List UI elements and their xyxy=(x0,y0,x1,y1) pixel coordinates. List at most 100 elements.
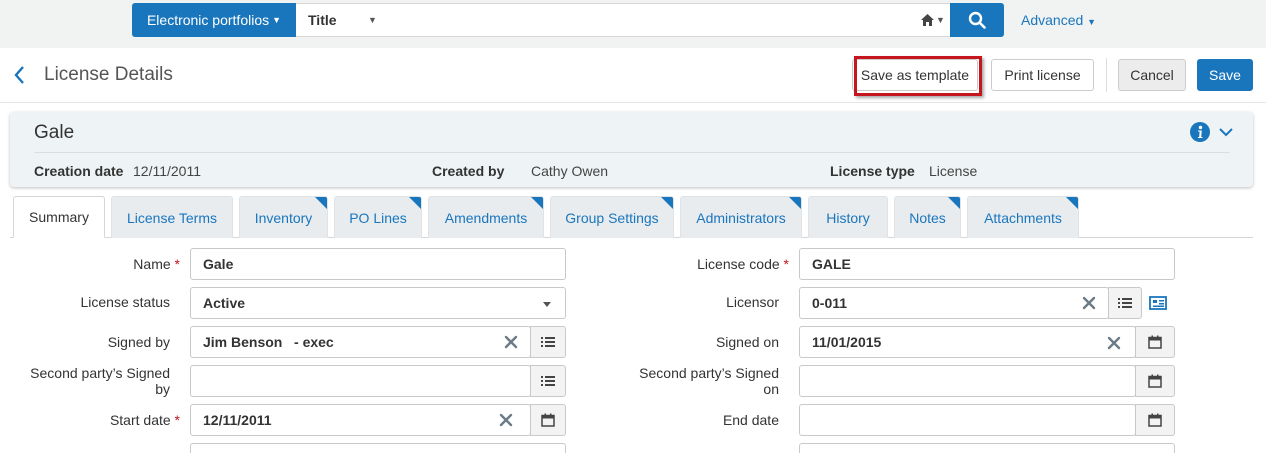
tab-label: Inventory xyxy=(254,209,313,226)
signed-on-calendar-button[interactable] xyxy=(1135,326,1175,358)
name-label-text: Name xyxy=(133,256,171,272)
info-icon[interactable] xyxy=(1190,122,1210,142)
license-code-field[interactable]: GALE xyxy=(799,248,1175,280)
licensor-list-button[interactable] xyxy=(1108,287,1142,319)
cancel-button[interactable]: Cancel xyxy=(1118,59,1186,91)
form-field-next-row[interactable] xyxy=(799,443,1175,453)
start-date-field[interactable]: 12/11/2011 xyxy=(190,404,531,436)
divider xyxy=(1106,58,1107,92)
search-field-dropdown[interactable]: Title xyxy=(296,3,368,37)
creation-date-value: 12/11/2011 xyxy=(133,163,201,179)
licensor-label: Licensor xyxy=(726,294,779,310)
second-party-signed-by-label: Second party’s Signed by xyxy=(30,365,170,397)
second-party-signed-by-list-button[interactable] xyxy=(530,365,566,397)
label-line: on xyxy=(763,381,779,397)
license-code-label-text: License code xyxy=(697,256,780,272)
page-title: License Details xyxy=(44,64,173,85)
divider xyxy=(0,102,1266,103)
tab-attachments[interactable]: Attachments xyxy=(967,196,1079,238)
start-date-label-text: Start date xyxy=(109,412,171,428)
tab-summary[interactable]: Summary xyxy=(13,196,105,238)
second-party-signed-by-field[interactable] xyxy=(190,365,531,397)
search-input[interactable] xyxy=(386,3,916,37)
tab-license-terms[interactable]: License Terms xyxy=(111,196,233,238)
signed-by-field[interactable]: Jim Benson - exec xyxy=(190,326,531,358)
form-field-next-row[interactable] xyxy=(190,443,566,453)
print-license-button[interactable]: Print license xyxy=(991,59,1094,91)
list-icon xyxy=(1118,298,1132,308)
start-date-calendar-button[interactable] xyxy=(530,404,566,436)
search-button[interactable] xyxy=(950,3,1004,37)
advanced-search-link[interactable]: Advanced ▼ xyxy=(1021,12,1096,28)
list-icon xyxy=(541,376,555,386)
tab-label: Notes xyxy=(909,209,946,226)
back-arrow-icon[interactable] xyxy=(12,64,28,86)
clear-x-icon[interactable] xyxy=(1106,335,1122,351)
search-scope-label: Electronic portfolios xyxy=(146,12,270,28)
calendar-icon xyxy=(1148,413,1162,427)
tab-label: Administrators xyxy=(696,209,786,226)
tab-corner-indicator xyxy=(1066,197,1078,209)
signed-on-label: Signed on xyxy=(715,334,779,350)
tab-corner-indicator xyxy=(409,197,421,209)
tab-administrators[interactable]: Administrators xyxy=(680,196,802,238)
name-field[interactable]: Gale xyxy=(190,248,566,280)
name-label: Name * xyxy=(133,256,180,272)
tab-po-lines[interactable]: PO Lines xyxy=(334,196,422,238)
second-party-signed-on-calendar-button[interactable] xyxy=(1135,365,1175,397)
tab-corner-indicator xyxy=(531,197,543,209)
tab-label: Amendments xyxy=(444,209,528,226)
home-scope-dropdown[interactable]: ▼ xyxy=(916,3,950,37)
caret-down-icon: ▼ xyxy=(1087,17,1097,27)
tab-group-settings[interactable]: Group Settings xyxy=(550,196,674,238)
save-button[interactable]: Save xyxy=(1197,59,1253,91)
required-mark: * xyxy=(174,412,180,428)
signed-by-list-button[interactable] xyxy=(530,326,566,358)
search-scope-dropdown[interactable]: Electronic portfolios ▼ xyxy=(132,3,296,37)
tab-label: Attachments xyxy=(984,209,1062,226)
end-date-label: End date xyxy=(722,412,779,428)
required-mark: * xyxy=(174,256,180,272)
caret-down-icon xyxy=(543,302,551,307)
end-date-field[interactable] xyxy=(799,404,1136,436)
caret-down-icon[interactable]: ▼ xyxy=(368,3,386,37)
clear-x-icon[interactable] xyxy=(1081,295,1097,311)
start-date-value: 12/11/2011 xyxy=(203,412,272,428)
creation-date-label: Creation date xyxy=(34,163,124,179)
tab-label: PO Lines xyxy=(349,209,407,226)
calendar-icon xyxy=(541,413,555,427)
search-bar: Electronic portfolios ▼ Title ▼ ▼ Advanc… xyxy=(0,0,1266,48)
calendar-icon xyxy=(1148,374,1162,388)
clear-x-icon[interactable] xyxy=(503,334,519,350)
vendor-card-icon[interactable] xyxy=(1149,296,1167,310)
tab-corner-indicator xyxy=(948,197,960,209)
clear-x-icon[interactable] xyxy=(498,412,514,428)
tab-label: History xyxy=(826,209,870,226)
tab-notes[interactable]: Notes xyxy=(894,196,961,238)
name-value: Gale xyxy=(203,256,234,272)
chevron-down-icon[interactable] xyxy=(1219,127,1233,137)
search-field-label: Title xyxy=(308,12,337,28)
second-party-signed-on-field[interactable] xyxy=(799,365,1136,397)
end-date-calendar-button[interactable] xyxy=(1135,404,1175,436)
licensor-field[interactable]: 0-011 xyxy=(799,287,1109,319)
licensor-value: 0-011 xyxy=(812,295,848,311)
divider xyxy=(34,152,1230,153)
caret-down-icon: ▼ xyxy=(936,15,945,25)
tab-inventory[interactable]: Inventory xyxy=(239,196,328,238)
signed-on-field[interactable]: 11/01/2015 xyxy=(799,326,1136,358)
tab-amendments[interactable]: Amendments xyxy=(428,196,544,238)
tab-corner-indicator xyxy=(315,197,327,209)
license-status-select[interactable]: Active xyxy=(190,287,566,319)
license-code-label: License code * xyxy=(697,256,789,272)
tab-history[interactable]: History xyxy=(808,196,888,238)
license-type-value: License xyxy=(929,163,978,179)
license-status-label: License status xyxy=(80,294,171,310)
signed-by-value: Jim Benson - exec xyxy=(203,334,334,350)
label-line: by xyxy=(155,381,170,397)
tab-corner-indicator xyxy=(661,197,673,209)
search-group: Electronic portfolios ▼ Title ▼ ▼ xyxy=(132,3,1004,37)
caret-down-icon: ▼ xyxy=(272,15,282,25)
calendar-icon xyxy=(1148,335,1162,349)
license-type-label: License type xyxy=(830,163,915,179)
